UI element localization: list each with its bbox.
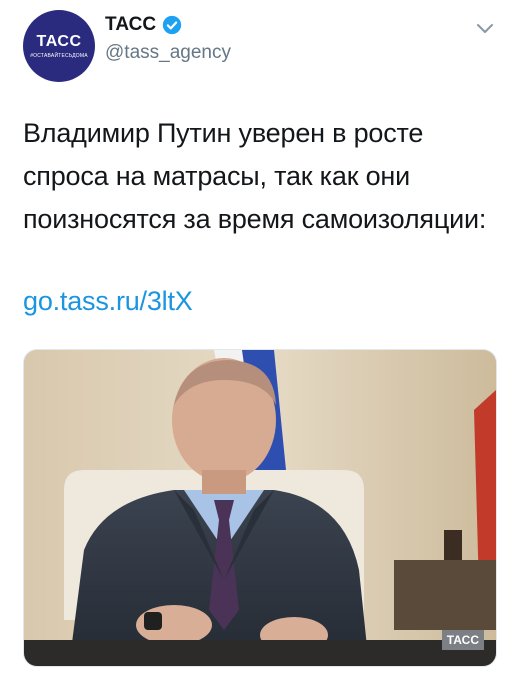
chevron-down-icon[interactable] [476,22,494,34]
tweet-media-image[interactable]: ТАСС [23,349,497,667]
display-name[interactable]: ТАСС [105,14,156,36]
name-row: ТАСС [105,14,231,36]
avatar[interactable]: ТАСС #ОСТАВАЙТЕСЬДОМА [23,10,95,82]
avatar-tagline: #ОСТАВАЙТЕСЬДОМА [30,52,88,59]
verified-badge-icon [162,15,182,35]
tweet-link[interactable]: go.tass.ru/3ltX [23,283,193,319]
tweet-card: ТАСС #ОСТАВАЙТЕСЬДОМА ТАСС @tass_agency … [0,0,516,680]
avatar-logo: ТАСС [36,32,82,50]
handle[interactable]: @tass_agency [105,42,231,64]
media-watermark: ТАСС [441,630,484,650]
photo-illustration [24,350,496,666]
tweet-text: Владимир Путин уверен в росте спроса на … [23,118,487,234]
author-info: ТАСС @tass_agency [105,14,231,64]
